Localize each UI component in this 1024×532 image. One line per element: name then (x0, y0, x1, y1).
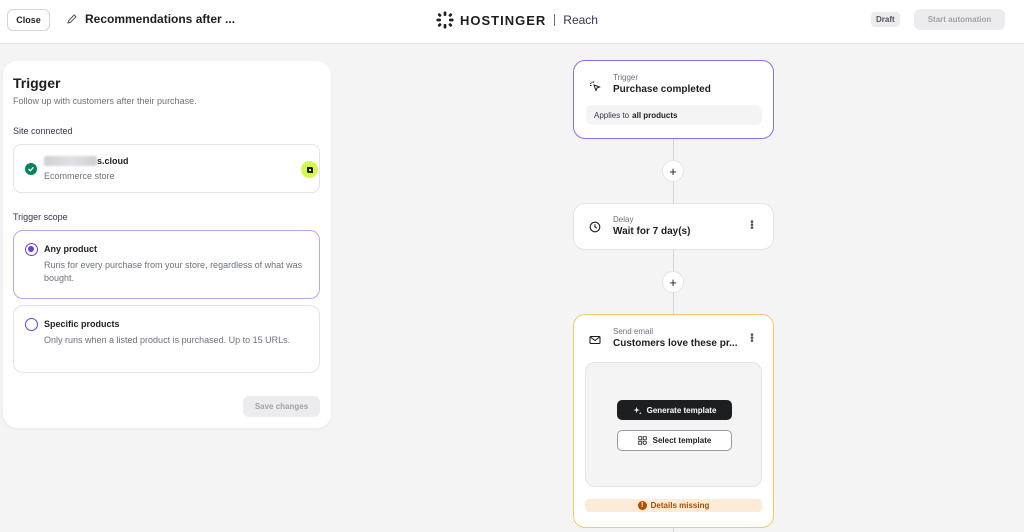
send-email-node[interactable]: Send email Customers love these pr... • •… (573, 314, 774, 528)
node-title: Customers love these pr... (613, 338, 738, 349)
top-bar: Close Recommendations after ... HOSTINGE… (0, 0, 1024, 44)
cursor-click-icon (589, 81, 601, 92)
save-changes-button[interactable]: Save changes (243, 396, 320, 417)
details-missing-label: Details missing (650, 501, 710, 510)
connector-line (673, 528, 674, 532)
site-builder-logo-icon (301, 161, 318, 178)
pencil-icon[interactable] (66, 13, 78, 25)
details-missing-banner: ! Details missing (585, 499, 762, 512)
add-step-button[interactable]: + (662, 271, 684, 293)
brand-divider (554, 14, 556, 26)
node-label: Trigger (613, 73, 639, 82)
node-label: Send email (613, 327, 654, 336)
option-title: Specific products (44, 319, 120, 329)
scope-option-any-product[interactable]: Any product Runs for every purchase from… (13, 230, 320, 299)
template-box: Generate template Select template (585, 362, 762, 487)
generate-template-button[interactable]: Generate template (617, 400, 732, 420)
redacted-domain (44, 156, 97, 166)
site-type: Ecommerce store (44, 171, 115, 181)
node-label: Delay (613, 215, 634, 224)
delay-node[interactable]: Delay Wait for 7 day(s) • • • (573, 203, 774, 250)
panel-title: Trigger (13, 75, 61, 91)
check-circle-icon (25, 163, 37, 175)
select-template-label: Select template (652, 436, 712, 445)
connected-site-card: s.cloud Ecommerce store (13, 144, 320, 193)
option-description: Only runs when a listed product is purch… (44, 335, 291, 345)
more-options-icon[interactable]: • • • (750, 331, 754, 347)
panel-subtitle: Follow up with customers after their pur… (13, 96, 197, 106)
generate-template-label: Generate template (646, 405, 717, 415)
add-step-button[interactable]: + (662, 160, 684, 182)
start-automation-button[interactable]: Start automation (914, 9, 1005, 30)
applies-value: all products (632, 110, 678, 120)
brand-product: Reach (563, 13, 598, 27)
select-template-button[interactable]: Select template (617, 430, 732, 451)
applies-to-chip: Applies to all products (586, 105, 762, 125)
close-button[interactable]: Close (7, 9, 50, 31)
automation-title[interactable]: Recommendations after ... (85, 12, 235, 26)
clock-icon (589, 221, 601, 233)
mail-icon (589, 335, 601, 345)
option-description: Runs for every purchase from your store,… (44, 260, 303, 283)
more-options-icon[interactable]: • • • (750, 218, 754, 234)
trigger-node[interactable]: Trigger Purchase completed Applies to al… (573, 60, 774, 139)
radio-unselected[interactable] (25, 318, 38, 331)
node-title: Purchase completed (613, 84, 711, 95)
node-title: Wait for 7 day(s) (613, 226, 691, 237)
site-name: s.cloud (97, 156, 129, 166)
site-connected-label: Site connected (13, 126, 73, 136)
status-badge: Draft (871, 12, 900, 27)
warning-icon: ! (637, 501, 647, 510)
brand-name: HOSTINGER (460, 12, 547, 28)
radio-selected[interactable] (25, 243, 38, 256)
applies-prefix: Applies to (594, 110, 630, 120)
brand-logo-group: HOSTINGER Reach (436, 10, 598, 30)
trigger-scope-label: Trigger scope (13, 212, 68, 222)
sparkle-icon (633, 406, 642, 415)
hostinger-logo-icon (436, 11, 454, 29)
trigger-panel: Trigger Follow up with customers after t… (3, 61, 331, 428)
template-grid-icon (637, 436, 647, 445)
site-name-row: s.cloud (44, 156, 129, 166)
option-title: Any product (44, 244, 97, 254)
scope-option-specific-products[interactable]: Specific products Only runs when a liste… (13, 305, 320, 373)
